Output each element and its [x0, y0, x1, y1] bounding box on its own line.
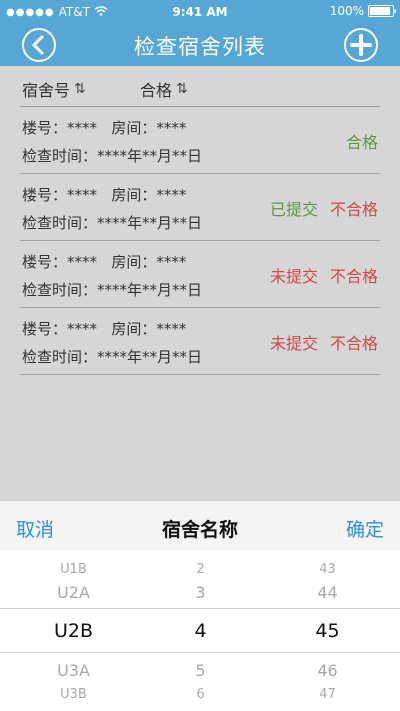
add-button[interactable] — [344, 28, 378, 62]
sort-by-dorm-number[interactable]: 宿舍号 ⇅ — [22, 77, 86, 101]
picker-option[interactable]: 6 — [134, 687, 267, 702]
building-label: 楼号：**** — [22, 186, 98, 204]
check-time: 检查时间：****年**月**日 — [22, 281, 203, 299]
plus-icon — [350, 34, 372, 56]
picker-title: 宿舍名称 — [161, 519, 238, 541]
building-room: 楼号：**** 房间：**** — [22, 117, 186, 138]
result-badge: 不合格 — [329, 267, 378, 286]
picker-option[interactable]: U3B — [7, 687, 140, 702]
check-time: 检查时间：****年**月**日 — [22, 348, 203, 366]
list-item[interactable]: 楼号：**** 房间：**** 检查时间：****年**月**日 合格 — [20, 107, 380, 174]
building-room: 楼号：**** 房间：**** — [22, 318, 186, 339]
building-label: 楼号：**** — [22, 320, 98, 338]
picker-option[interactable]: 47 — [261, 687, 394, 702]
nav-bar: 检查宿舍列表 — [0, 24, 400, 66]
record-status: 合格 — [346, 129, 378, 153]
sort-arrows-icon: ⇅ — [74, 81, 86, 97]
check-time: 检查时间：****年**月**日 — [22, 214, 203, 232]
picker-option[interactable]: 3 — [134, 583, 267, 602]
result-badge: 不合格 — [329, 200, 378, 219]
picker-option[interactable]: U3A — [7, 661, 140, 680]
building-room: 楼号：**** 房间：**** — [22, 184, 186, 205]
check-time: 检查时间：****年**月**日 — [22, 147, 203, 165]
room-label: 房间：**** — [111, 186, 187, 204]
list-item[interactable]: 楼号：**** 房间：**** 检查时间：****年**月**日 已提交 不合格 — [20, 174, 380, 241]
sort-by-qualified[interactable]: 合格 ⇅ — [140, 77, 188, 101]
record-status: 未提交 不合格 — [270, 330, 378, 354]
picker-option[interactable]: 46 — [261, 661, 394, 680]
room-label: 房间：**** — [111, 253, 187, 271]
sort-label-dorm-number: 宿舍号 — [22, 81, 71, 100]
building-room: 楼号：**** 房间：**** — [22, 251, 186, 272]
picker-option[interactable]: U2A — [7, 583, 140, 602]
picker-column-building[interactable]: U1B U2A U2B U3A U3B — [7, 550, 140, 711]
room-label: 房间：**** — [111, 119, 187, 137]
sort-label-qualified: 合格 — [140, 81, 173, 100]
picker-option[interactable]: 5 — [134, 661, 267, 680]
building-label: 楼号：**** — [22, 119, 98, 137]
picker-option[interactable]: 44 — [261, 583, 394, 602]
picker-column-room[interactable]: 43 44 45 46 47 — [261, 550, 394, 711]
battery-area: 100% — [329, 4, 396, 18]
submit-badge: 未提交 — [269, 267, 318, 286]
battery-icon — [368, 5, 396, 17]
submit-badge: 已提交 — [269, 200, 318, 219]
building-label: 楼号：**** — [22, 253, 98, 271]
result-badge: 不合格 — [329, 334, 378, 353]
list-item[interactable]: 楼号：**** 房间：**** 检查时间：****年**月**日 未提交 不合格 — [20, 241, 380, 308]
picker-option[interactable]: 2 — [134, 562, 267, 577]
picker-option-selected[interactable]: 45 — [261, 620, 394, 642]
record-status: 未提交 不合格 — [270, 263, 378, 287]
sort-header: 宿舍号 ⇅ 合格 ⇅ — [20, 66, 380, 107]
room-label: 房间：**** — [111, 320, 187, 338]
result-badge: 合格 — [345, 133, 378, 152]
picker-option-selected[interactable]: 4 — [134, 620, 267, 642]
status-bar: ●●●●● AT&T 9:41 AM 100% — [0, 0, 400, 24]
page-title: 检查宿舍列表 — [134, 35, 266, 59]
picker-toolbar: 取消 宿舍名称 确定 — [0, 500, 400, 551]
dorm-list: 宿舍号 ⇅ 合格 ⇅ 楼号：**** 房间：**** 检查时间：****年**月… — [0, 66, 400, 500]
sort-arrows-icon: ⇅ — [176, 81, 188, 97]
submit-badge: 未提交 — [269, 334, 318, 353]
list-item[interactable]: 楼号：**** 房间：**** 检查时间：****年**月**日 未提交 不合格 — [20, 308, 380, 375]
dorm-picker-wheel[interactable]: U1B U2A U2B U3A U3B 2 3 4 5 6 43 44 45 4… — [0, 550, 400, 711]
battery-percent: 100% — [329, 4, 364, 18]
record-status: 已提交 不合格 — [270, 196, 378, 220]
confirm-button[interactable]: 确定 — [346, 515, 384, 542]
picker-option[interactable]: 43 — [261, 562, 394, 577]
picker-option-selected[interactable]: U2B — [7, 620, 140, 642]
picker-column-floor[interactable]: 2 3 4 5 6 — [134, 550, 267, 711]
picker-option[interactable]: U1B — [7, 562, 140, 577]
